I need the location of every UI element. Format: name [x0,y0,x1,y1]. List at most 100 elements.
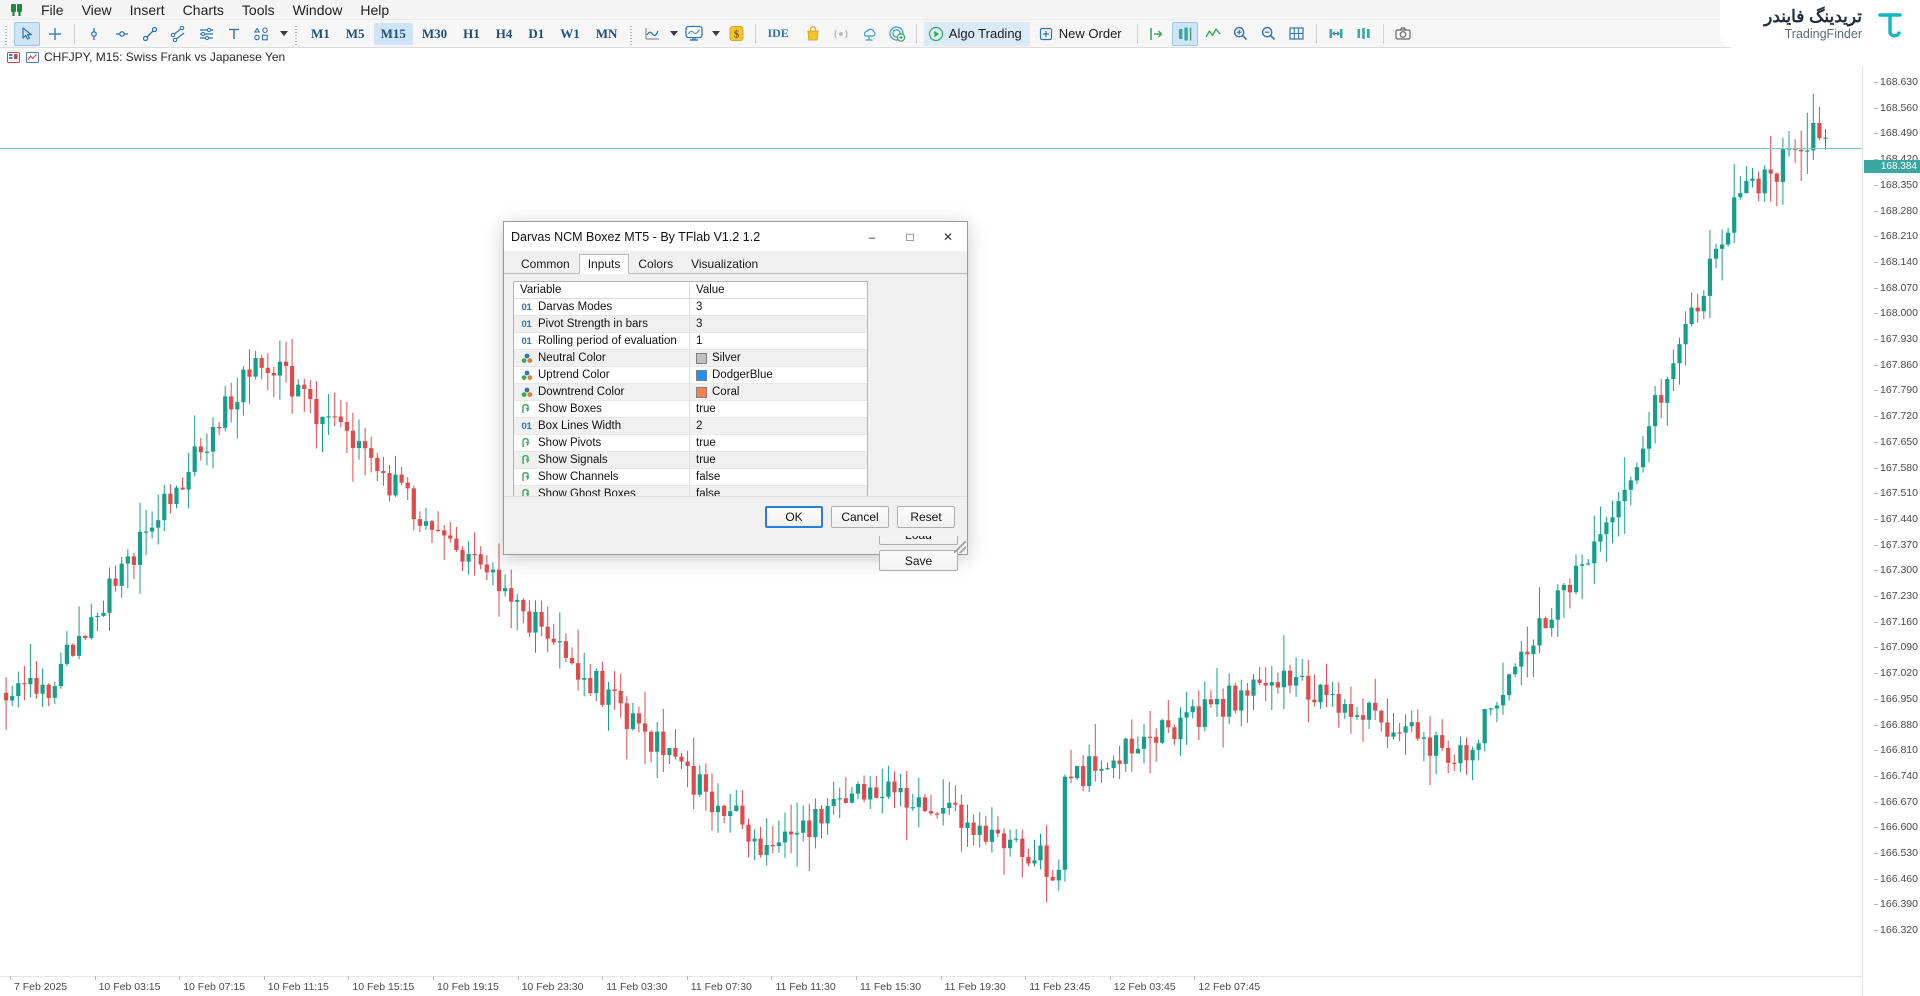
timeframe-h4[interactable]: H4 [489,23,520,45]
vps-button[interactable] [856,22,882,46]
timeframe-m5[interactable]: M5 [339,23,372,45]
tab-visualization[interactable]: Visualization [682,253,767,273]
menu-file[interactable]: File [32,0,73,20]
table-row[interactable]: Show Signalstrue [514,452,867,469]
equidistant-channel-tool[interactable] [165,22,191,46]
dialog-resize-grip[interactable] [954,541,966,553]
shapes-tool[interactable] [249,22,275,46]
dialog-body: Variable Value 01Darvas Modes301Pivot St… [504,274,967,536]
table-row[interactable]: 01Rolling period of evaluation1 [514,333,867,350]
menu-insert[interactable]: Insert [121,0,174,20]
parameter-value-cell[interactable]: true [689,401,867,418]
main-toolbar: M1 M5 M15 M30 H1 H4 D1 W1 MN [0,20,1920,48]
parameter-value-cell[interactable]: DodgerBlue [689,367,867,384]
toolbar-grip[interactable] [3,23,10,45]
new-order-button[interactable]: New Order [1034,22,1130,46]
table-row[interactable]: Neutral ColorSilver [514,350,867,367]
parameter-value-cell[interactable]: false [689,469,867,486]
bars-expand-button[interactable] [1323,22,1349,46]
timeframe-mn[interactable]: MN [589,23,625,45]
parameter-value-cell[interactable]: 3 [689,299,867,316]
template-button[interactable] [681,22,707,46]
price-tick-label: 166.390 [1880,898,1918,910]
select-cursor-tool[interactable] [14,22,40,46]
price-tick-label: 168.560 [1880,102,1918,114]
shapes-dropdown[interactable] [276,22,290,46]
menu-view[interactable]: View [73,0,121,20]
chart-tab[interactable]: CHFJPY, M15: Swiss Frank vs Japanese Yen [0,48,1920,66]
price-tick-label: 167.300 [1880,564,1918,576]
bars-collapse-button[interactable] [1351,22,1377,46]
text-tool[interactable] [221,22,247,46]
crosshair-tool[interactable] [42,22,68,46]
menu-help[interactable]: Help [351,0,398,20]
table-row[interactable]: 01Darvas Modes3 [514,299,867,316]
parameter-value-cell[interactable]: true [689,435,867,452]
toolbar-separator-5 [1316,24,1317,44]
menu-charts[interactable]: Charts [174,0,233,20]
horizontal-line-tool[interactable] [109,22,135,46]
parameter-value-cell[interactable]: 3 [689,316,867,333]
autoscroll-button[interactable] [1144,22,1170,46]
reset-button[interactable]: Reset [897,506,955,528]
table-row[interactable]: Show Channelsfalse [514,469,867,486]
timeframe-m30[interactable]: M30 [415,23,454,45]
parameter-value-cell[interactable]: Silver [689,350,867,367]
fibonacci-tool[interactable] [193,22,219,46]
parameter-value-cell[interactable]: Coral [689,384,867,401]
toolbar-grip-timeframes[interactable] [293,23,300,45]
save-button[interactable]: Save [879,550,958,571]
parameters-table[interactable]: Variable Value 01Darvas Modes301Pivot St… [513,281,868,513]
grid-button[interactable] [1284,22,1310,46]
zoom-out-button[interactable] [1256,22,1282,46]
tab-colors[interactable]: Colors [629,253,682,273]
table-row[interactable]: 01Pivot Strength in bars3 [514,316,867,333]
parameter-value-cell[interactable]: 1 [689,333,867,350]
parameter-value-cell[interactable]: 2 [689,418,867,435]
toolbar-grip-charts[interactable] [628,23,635,45]
table-row[interactable]: Downtrend ColorCoral [514,384,867,401]
vertical-line-tool[interactable] [81,22,107,46]
ok-button[interactable]: OK [765,506,823,528]
signals-button[interactable] [828,22,854,46]
chart-type-dropdown[interactable] [666,22,680,46]
time-tick-label: 7 Feb 2025 [14,981,67,993]
table-row[interactable]: 01Box Lines Width2 [514,418,867,435]
timeframe-h1[interactable]: H1 [456,23,487,45]
dialog-close-button[interactable]: ✕ [929,222,967,251]
tab-common[interactable]: Common [512,253,579,273]
dialog-title-bar[interactable]: Darvas NCM Boxez MT5 - By TFlab V1.2 1.2… [504,222,967,252]
chart-shift-button[interactable] [1172,22,1198,46]
integer-type-icon: 01 [520,301,533,313]
time-axis[interactable]: 7 Feb 202510 Feb 03:1510 Feb 07:1510 Feb… [0,976,1862,996]
price-tick-label: 167.790 [1880,384,1918,396]
tab-inputs[interactable]: Inputs [579,254,630,274]
chart-type-button[interactable] [639,22,665,46]
timeframe-w1[interactable]: W1 [553,23,587,45]
market-button[interactable] [800,22,826,46]
table-row[interactable]: Uptrend ColorDodgerBlue [514,367,867,384]
camera-button[interactable] [1390,22,1416,46]
algo-trading-button[interactable]: Algo Trading [924,22,1030,46]
timeframe-m1[interactable]: M1 [304,23,337,45]
currency-button[interactable]: $ [723,22,749,46]
dialog-maximize-button[interactable]: □ [891,222,929,251]
menu-tools[interactable]: Tools [233,0,284,20]
table-row[interactable]: Show Boxestrue [514,401,867,418]
indicators-button[interactable] [1200,22,1226,46]
ide-button[interactable]: IDE [763,22,796,46]
timeframe-m15[interactable]: M15 [374,23,413,45]
menu-window[interactable]: Window [284,0,352,20]
dialog-minimize-button[interactable]: – [853,222,891,251]
table-row[interactable]: Show Pivotstrue [514,435,867,452]
timeframe-d1[interactable]: D1 [521,23,551,45]
price-axis[interactable]: 168.630168.560168.490168.420168.350168.2… [1862,66,1920,996]
trendline-tool[interactable] [137,22,163,46]
indicator-properties-dialog[interactable]: Darvas NCM Boxez MT5 - By TFlab V1.2 1.2… [503,221,968,555]
zoom-in-button[interactable] [1228,22,1254,46]
copy-trading-button[interactable] [884,22,910,46]
cancel-button[interactable]: Cancel [831,506,889,528]
parameter-value-cell[interactable]: true [689,452,867,469]
watermark-farsi-label: تریدینگ فایندر [1764,7,1862,27]
template-dropdown[interactable] [708,22,722,46]
